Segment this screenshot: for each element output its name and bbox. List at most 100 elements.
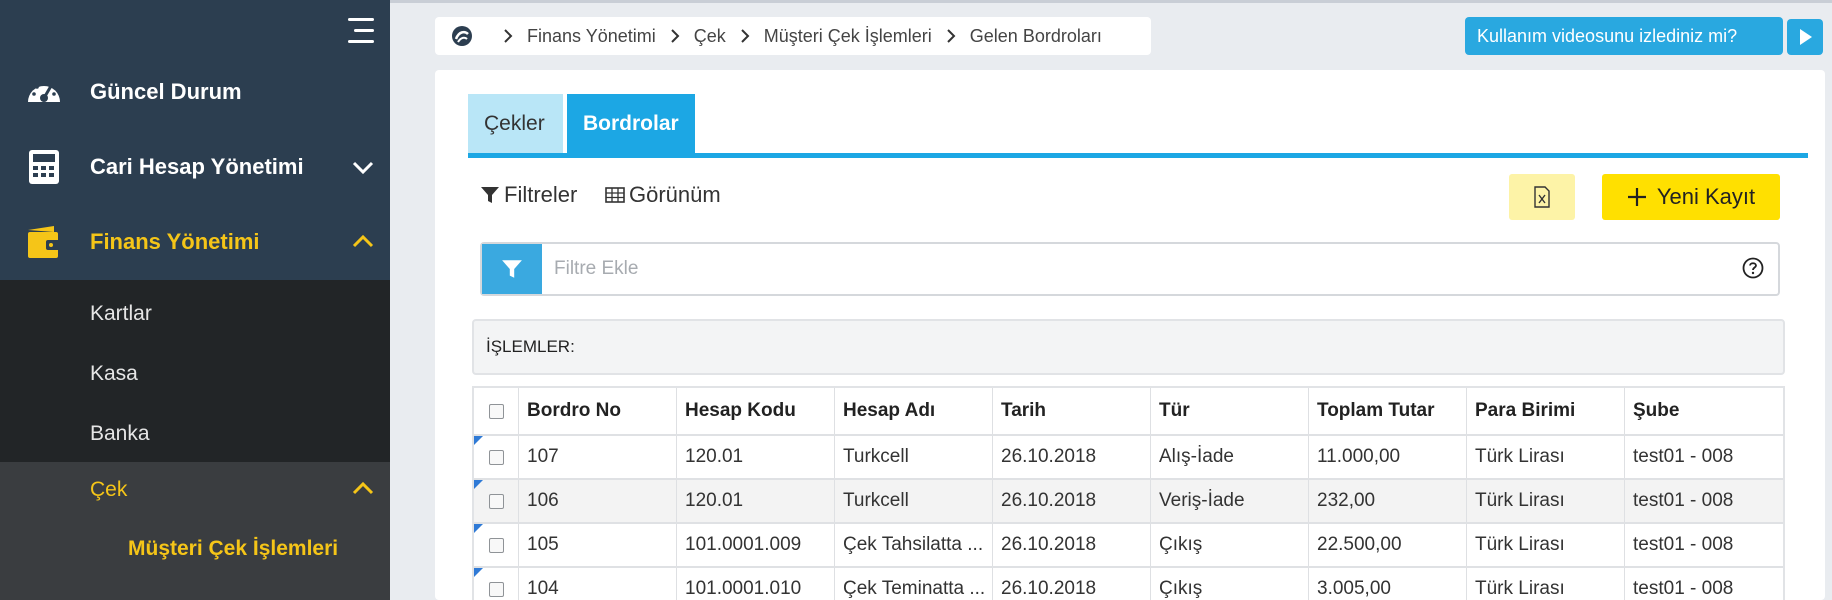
table-cell: 120.01 — [677, 480, 835, 522]
chevron-right-icon — [504, 29, 513, 43]
breadcrumb: Finans Yönetimi Çek Müşteri Çek İşlemler… — [435, 17, 1151, 55]
table-cell: 22.500,00 — [1309, 524, 1467, 566]
excel-export-button[interactable] — [1509, 174, 1575, 220]
table-cell: 106 — [519, 480, 677, 522]
table-cell: test01 - 008 — [1633, 490, 1734, 511]
sidebar-subitem-kartlar[interactable]: Kartlar — [90, 302, 152, 326]
grid-table-icon — [605, 187, 625, 203]
tab-bordrolar[interactable]: Bordrolar — [567, 94, 695, 154]
table-cell: test01 - 008 — [1633, 446, 1734, 467]
play-icon — [1800, 29, 1812, 45]
calculator-icon — [29, 149, 59, 184]
new-record-button[interactable]: Yeni Kayıt — [1602, 174, 1780, 220]
breadcrumb-item[interactable]: Finans Yönetimi — [527, 26, 656, 47]
breadcrumb-item[interactable]: Çek — [694, 26, 726, 47]
column-header[interactable]: Tür — [1151, 388, 1309, 434]
table-cell: 232,00 — [1309, 480, 1467, 522]
column-header[interactable]: Para Birimi — [1467, 388, 1625, 434]
column-header[interactable]: Tarih — [993, 388, 1151, 434]
table-cell: Türk Lirası — [1467, 568, 1625, 600]
brand-logo-icon[interactable] — [451, 25, 473, 47]
sidebar-item-label: Güncel Durum — [90, 78, 242, 104]
table-cell: 26.10.2018 — [993, 436, 1151, 478]
play-video-button[interactable] — [1787, 19, 1823, 55]
table-cell: 3.005,00 — [1309, 568, 1467, 600]
table-row[interactable]: 105 101.0001.009 Çek Tahsilatta ... 26.1… — [474, 522, 1783, 566]
filter-bar — [480, 242, 1780, 296]
chevron-right-icon — [671, 29, 680, 43]
table-row[interactable]: 106 120.01 Turkcell 26.10.2018 Veriş-İad… — [474, 478, 1783, 522]
sidebar-subitem-kasa[interactable]: Kasa — [90, 362, 138, 386]
sidebar-item-label: Finans Yönetimi — [90, 228, 260, 254]
sidebar-subitem-cek[interactable]: Çek Müşteri Çek İşlemleri — [0, 462, 390, 600]
row-checkbox[interactable] — [474, 436, 519, 478]
bordro-table: Bordro No Hesap Kodu Hesap Adı Tarih Tür… — [472, 386, 1785, 600]
breadcrumb-current: Gelen Bordroları — [969, 25, 1102, 46]
column-header[interactable]: Toplam Tutar — [1309, 388, 1467, 434]
select-all-checkbox[interactable] — [474, 388, 519, 434]
new-record-label: Yeni Kayıt — [1656, 184, 1756, 209]
table-cell: 101.0001.010 — [677, 568, 835, 600]
sidebar-item-guncel-durum[interactable]: Güncel Durum — [0, 54, 390, 129]
sidebar-subitem-banka[interactable]: Banka — [90, 422, 150, 446]
view-button[interactable]: Görünüm — [605, 182, 721, 208]
table-cell: Çıkış — [1151, 524, 1309, 566]
table-cell: 26.10.2018 — [993, 524, 1151, 566]
sidebar-subitem-musteri-cek[interactable]: Müşteri Çek İşlemleri — [128, 537, 338, 561]
sidebar-item-label: Cari Hesap Yönetimi — [90, 153, 304, 179]
table-cell: Çek Teminatta ... — [835, 568, 993, 600]
filter-icon — [481, 187, 499, 203]
sidebar-item-cari-hesap[interactable]: Cari Hesap Yönetimi — [0, 129, 390, 204]
table-cell: Türk Lirası — [1467, 480, 1625, 522]
question-circle-icon[interactable] — [1742, 257, 1764, 279]
row-checkbox[interactable] — [474, 480, 519, 522]
table-cell: 26.10.2018 — [993, 568, 1151, 600]
view-label: Görünüm — [629, 182, 721, 207]
table-header: Bordro No Hesap Kodu Hesap Adı Tarih Tür… — [474, 388, 1783, 434]
operations-label: İŞLEMLER: — [486, 337, 575, 356]
excel-file-icon — [1534, 186, 1550, 208]
table-cell: 104 — [519, 568, 677, 600]
filter-icon — [502, 260, 522, 278]
dashboard-gauge-icon — [28, 81, 60, 102]
filters-label: Filtreler — [504, 182, 578, 207]
sidebar-subitem-cek-label: Çek — [90, 478, 128, 501]
table-cell: test01 - 008 — [1633, 534, 1734, 555]
filter-input[interactable] — [554, 244, 1704, 294]
chevron-right-icon — [741, 29, 750, 43]
chevron-up-icon — [352, 481, 374, 495]
table-cell: 120.01 — [677, 436, 835, 478]
main-card: Çekler Bordrolar Filtreler Görünüm Yeni … — [435, 70, 1825, 600]
filters-button[interactable]: Filtreler — [480, 182, 577, 208]
breadcrumb-item[interactable]: Müşteri Çek İşlemleri — [764, 26, 932, 47]
table-row[interactable]: 104 101.0001.010 Çek Teminatta ... 26.10… — [474, 566, 1783, 600]
table-cell: Alış-İade — [1151, 436, 1309, 478]
wallet-icon — [28, 225, 60, 258]
hamburger-menu-icon[interactable] — [344, 18, 374, 44]
help-video-banner[interactable]: Kullanım videosunu izlediniz mi? — [1465, 17, 1783, 55]
chevron-down-icon — [352, 161, 374, 174]
chevron-right-icon — [947, 29, 956, 43]
table-cell: Çek Tahsilatta ... — [835, 524, 993, 566]
column-header[interactable]: Şube — [1625, 388, 1783, 434]
table-cell: Veriş-İade — [1151, 480, 1309, 522]
table-cell: Çıkış — [1151, 568, 1309, 600]
operations-bar: İŞLEMLER: — [472, 319, 1785, 375]
sidebar-item-finans-yonetimi[interactable]: Finans Yönetimi — [0, 204, 390, 279]
filter-toggle-button[interactable] — [482, 244, 542, 294]
sidebar: Güncel Durum Cari Hesap Yönetimi Finans … — [0, 0, 390, 600]
table-cell: 11.000,00 — [1309, 436, 1467, 478]
table-cell: 107 — [519, 436, 677, 478]
column-header[interactable]: Hesap Kodu — [677, 388, 835, 434]
column-header[interactable]: Bordro No — [519, 388, 677, 434]
row-checkbox[interactable] — [474, 568, 519, 600]
tab-cekler[interactable]: Çekler — [468, 94, 563, 154]
chevron-up-icon — [352, 234, 374, 247]
row-checkbox[interactable] — [474, 524, 519, 566]
table-cell: test01 - 008 — [1633, 578, 1734, 599]
column-header[interactable]: Hesap Adı — [835, 388, 993, 434]
table-cell: Türk Lirası — [1467, 524, 1625, 566]
table-cell: 105 — [519, 524, 677, 566]
plus-icon — [1627, 188, 1646, 206]
table-row[interactable]: 107 120.01 Turkcell 26.10.2018 Alış-İade… — [474, 434, 1783, 478]
